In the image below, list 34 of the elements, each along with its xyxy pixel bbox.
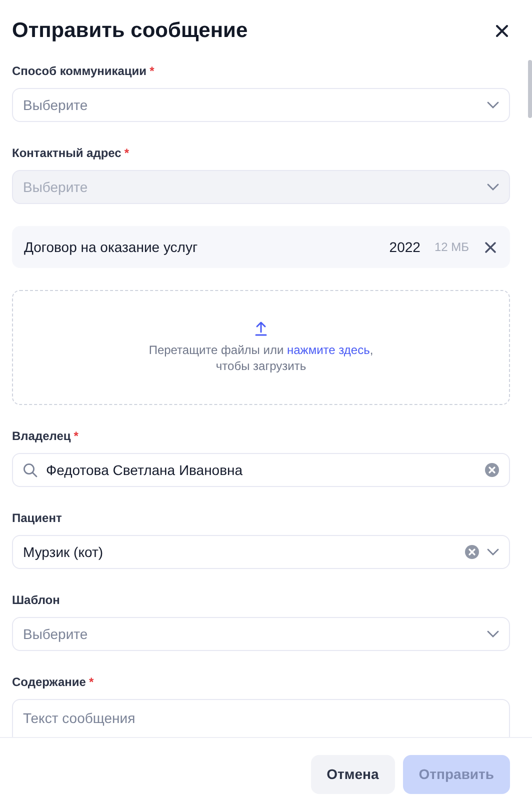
search-icon <box>23 462 38 478</box>
required-mark: * <box>74 428 78 445</box>
field-label: Шаблон <box>12 592 60 609</box>
remove-button[interactable] <box>483 240 498 254</box>
select-field[interactable]: Выберите <box>12 617 510 651</box>
field-label: Пациент <box>12 510 62 527</box>
chevron-down-icon[interactable] <box>487 101 499 109</box>
message-field[interactable]: Текст сообщения <box>12 699 510 737</box>
clear-icon[interactable] <box>465 545 479 559</box>
select-field: Выберите <box>12 170 510 204</box>
search-field[interactable]: Федотова Светлана Ивановна <box>12 453 510 487</box>
required-mark: * <box>88 674 94 691</box>
file-name: Договор на оказание услуг <box>24 238 199 257</box>
upload-icon <box>254 320 268 336</box>
chevron-down-icon[interactable] <box>487 630 499 638</box>
select-field[interactable]: Мурзик (кот) <box>12 535 510 569</box>
scrollbar-thumb[interactable] <box>528 60 532 118</box>
dialog-title: Отправить сообщение <box>12 18 248 44</box>
clear-icon[interactable] <box>485 463 499 477</box>
field-label: Способ коммуникации <box>12 63 147 80</box>
select-field[interactable]: Выберите <box>12 88 510 122</box>
dropzone-text: Перетащите файлы или нажмите здесь, чтобы загрузить <box>148 342 374 374</box>
required-mark: * <box>150 63 154 80</box>
upload-link[interactable]: нажмите здесь <box>287 342 370 357</box>
field-label: Контактный адрес <box>12 145 122 162</box>
field-label: Содержание <box>12 674 86 691</box>
file-year: 2022 <box>389 238 420 256</box>
file-size: 12 МБ <box>434 239 469 256</box>
cancel-button[interactable]: Отмена <box>310 755 395 794</box>
field-label: Владелец <box>12 428 71 445</box>
required-mark: * <box>124 145 130 162</box>
close-button[interactable] <box>494 23 510 39</box>
chevron-down-icon[interactable] <box>487 548 499 556</box>
file-dropzone[interactable]: Перетащите файлы или нажмите здесь, чтобы загрузить <box>12 290 510 405</box>
